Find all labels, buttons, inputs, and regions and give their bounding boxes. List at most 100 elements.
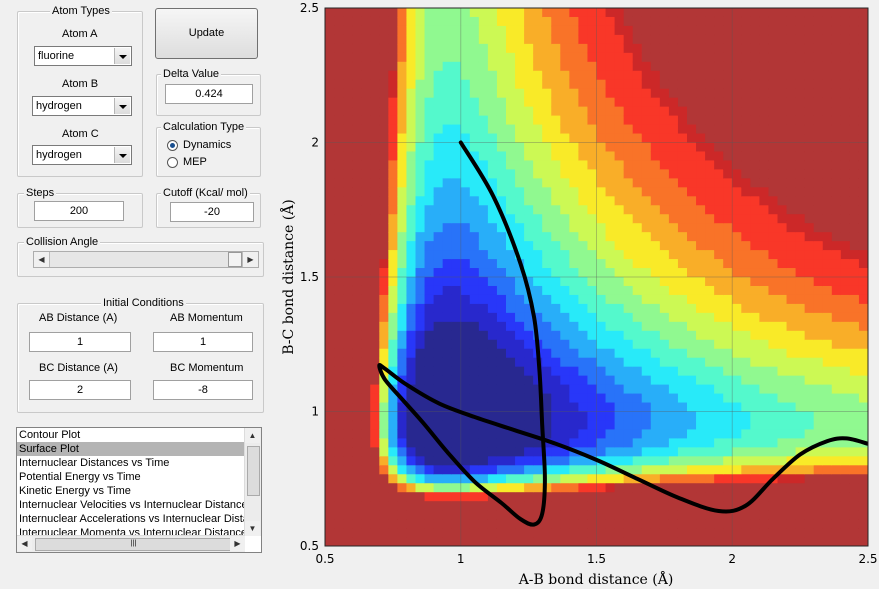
surface-cell (596, 474, 607, 484)
surface-cell (687, 115, 697, 126)
surface-cell (343, 196, 353, 206)
surface-cell (650, 259, 661, 269)
surface-cell (451, 8, 462, 18)
surface-cell (668, 34, 679, 45)
surface-cell (524, 169, 534, 179)
surface-cell (759, 294, 770, 305)
surface-cell (714, 303, 724, 314)
surface-cell (460, 339, 471, 350)
surface-cell (759, 241, 770, 251)
surface-cell (578, 178, 589, 188)
surface-cell (668, 133, 679, 144)
surface-cell (768, 438, 779, 448)
surface-cell (786, 312, 797, 323)
surface-cell (687, 142, 697, 153)
surface-cell (632, 25, 643, 36)
surface-cell (723, 420, 733, 431)
surface-cell (551, 97, 561, 108)
surface-cell (370, 420, 380, 431)
surface-cell (714, 25, 724, 36)
surface-cell (397, 429, 408, 439)
surface-cell (623, 393, 634, 404)
surface-cell (696, 420, 706, 431)
surface-cell (587, 52, 598, 63)
surface-cell (741, 25, 751, 36)
surface-cell (352, 321, 362, 332)
surface-cell (623, 277, 634, 287)
surface-cell (650, 232, 661, 242)
surface-cell (687, 321, 697, 332)
surface-cell (831, 196, 842, 206)
surface-cell (732, 429, 742, 439)
surface-cell (433, 214, 444, 224)
surface-cell (831, 259, 842, 269)
surface-cell (641, 420, 652, 431)
surface-cell (777, 52, 788, 63)
surface-cell (424, 447, 435, 457)
surface-cell (325, 250, 335, 260)
surface-cell (361, 357, 371, 368)
surface-cell (506, 375, 516, 386)
surface-cell (668, 357, 679, 368)
surface-cell (560, 429, 570, 439)
surface-cell (723, 142, 733, 153)
surface-cell (795, 250, 806, 260)
surface-cell (370, 537, 380, 546)
surface-cell (451, 321, 462, 332)
surface-cell (460, 52, 471, 63)
surface-cell (334, 375, 344, 386)
surface-cell (768, 8, 779, 18)
surface-cell (334, 133, 344, 144)
surface-cell (650, 375, 661, 386)
surface-cell (587, 160, 598, 170)
surface-cell (370, 402, 380, 413)
surface-cell (759, 151, 770, 162)
surface-cell (451, 106, 462, 117)
surface-cell (650, 465, 661, 475)
surface-cell (759, 142, 770, 153)
surface-cell (415, 241, 426, 251)
surface-cell (687, 187, 697, 197)
surface-cell (379, 537, 389, 546)
surface-cell (659, 43, 670, 54)
surface-cell (524, 88, 534, 99)
surface-cell (596, 447, 607, 457)
surface-cell (506, 277, 516, 287)
surface-cell (804, 133, 815, 144)
surface-cell (361, 465, 371, 475)
surface-cell (415, 465, 426, 475)
surface-cell (849, 169, 860, 179)
surface-cell (578, 465, 589, 475)
surface-cell (650, 241, 661, 251)
surface-cell (388, 151, 398, 162)
surface-cell (831, 366, 842, 377)
surface-cell (614, 106, 625, 117)
surface-cell (750, 357, 760, 368)
surface-cell (524, 8, 534, 18)
surface-cell (605, 142, 616, 153)
surface-cell (822, 411, 833, 422)
surface-cell (614, 519, 625, 529)
surface-cell (849, 16, 860, 27)
surface-cell (496, 106, 507, 117)
surface-cell (659, 151, 670, 162)
surface-cell (632, 483, 643, 493)
surface-cell (524, 106, 534, 117)
surface-cell (587, 8, 598, 18)
surface-cell (424, 88, 435, 99)
surface-cell (795, 8, 806, 18)
surface-cell (677, 465, 688, 475)
surface-cell (750, 34, 760, 45)
surface-cell (496, 465, 507, 475)
surface-cell (379, 438, 389, 448)
surface-cell (741, 214, 751, 224)
surface-cell (424, 43, 435, 54)
surface-cell (469, 438, 480, 448)
surface-cell (361, 187, 371, 197)
surface-cell (813, 402, 824, 413)
surface-cell (478, 339, 489, 350)
surface-cell (560, 232, 570, 242)
surface-cell (795, 420, 806, 431)
surface-cell (840, 250, 851, 260)
surface-cell (515, 528, 525, 538)
